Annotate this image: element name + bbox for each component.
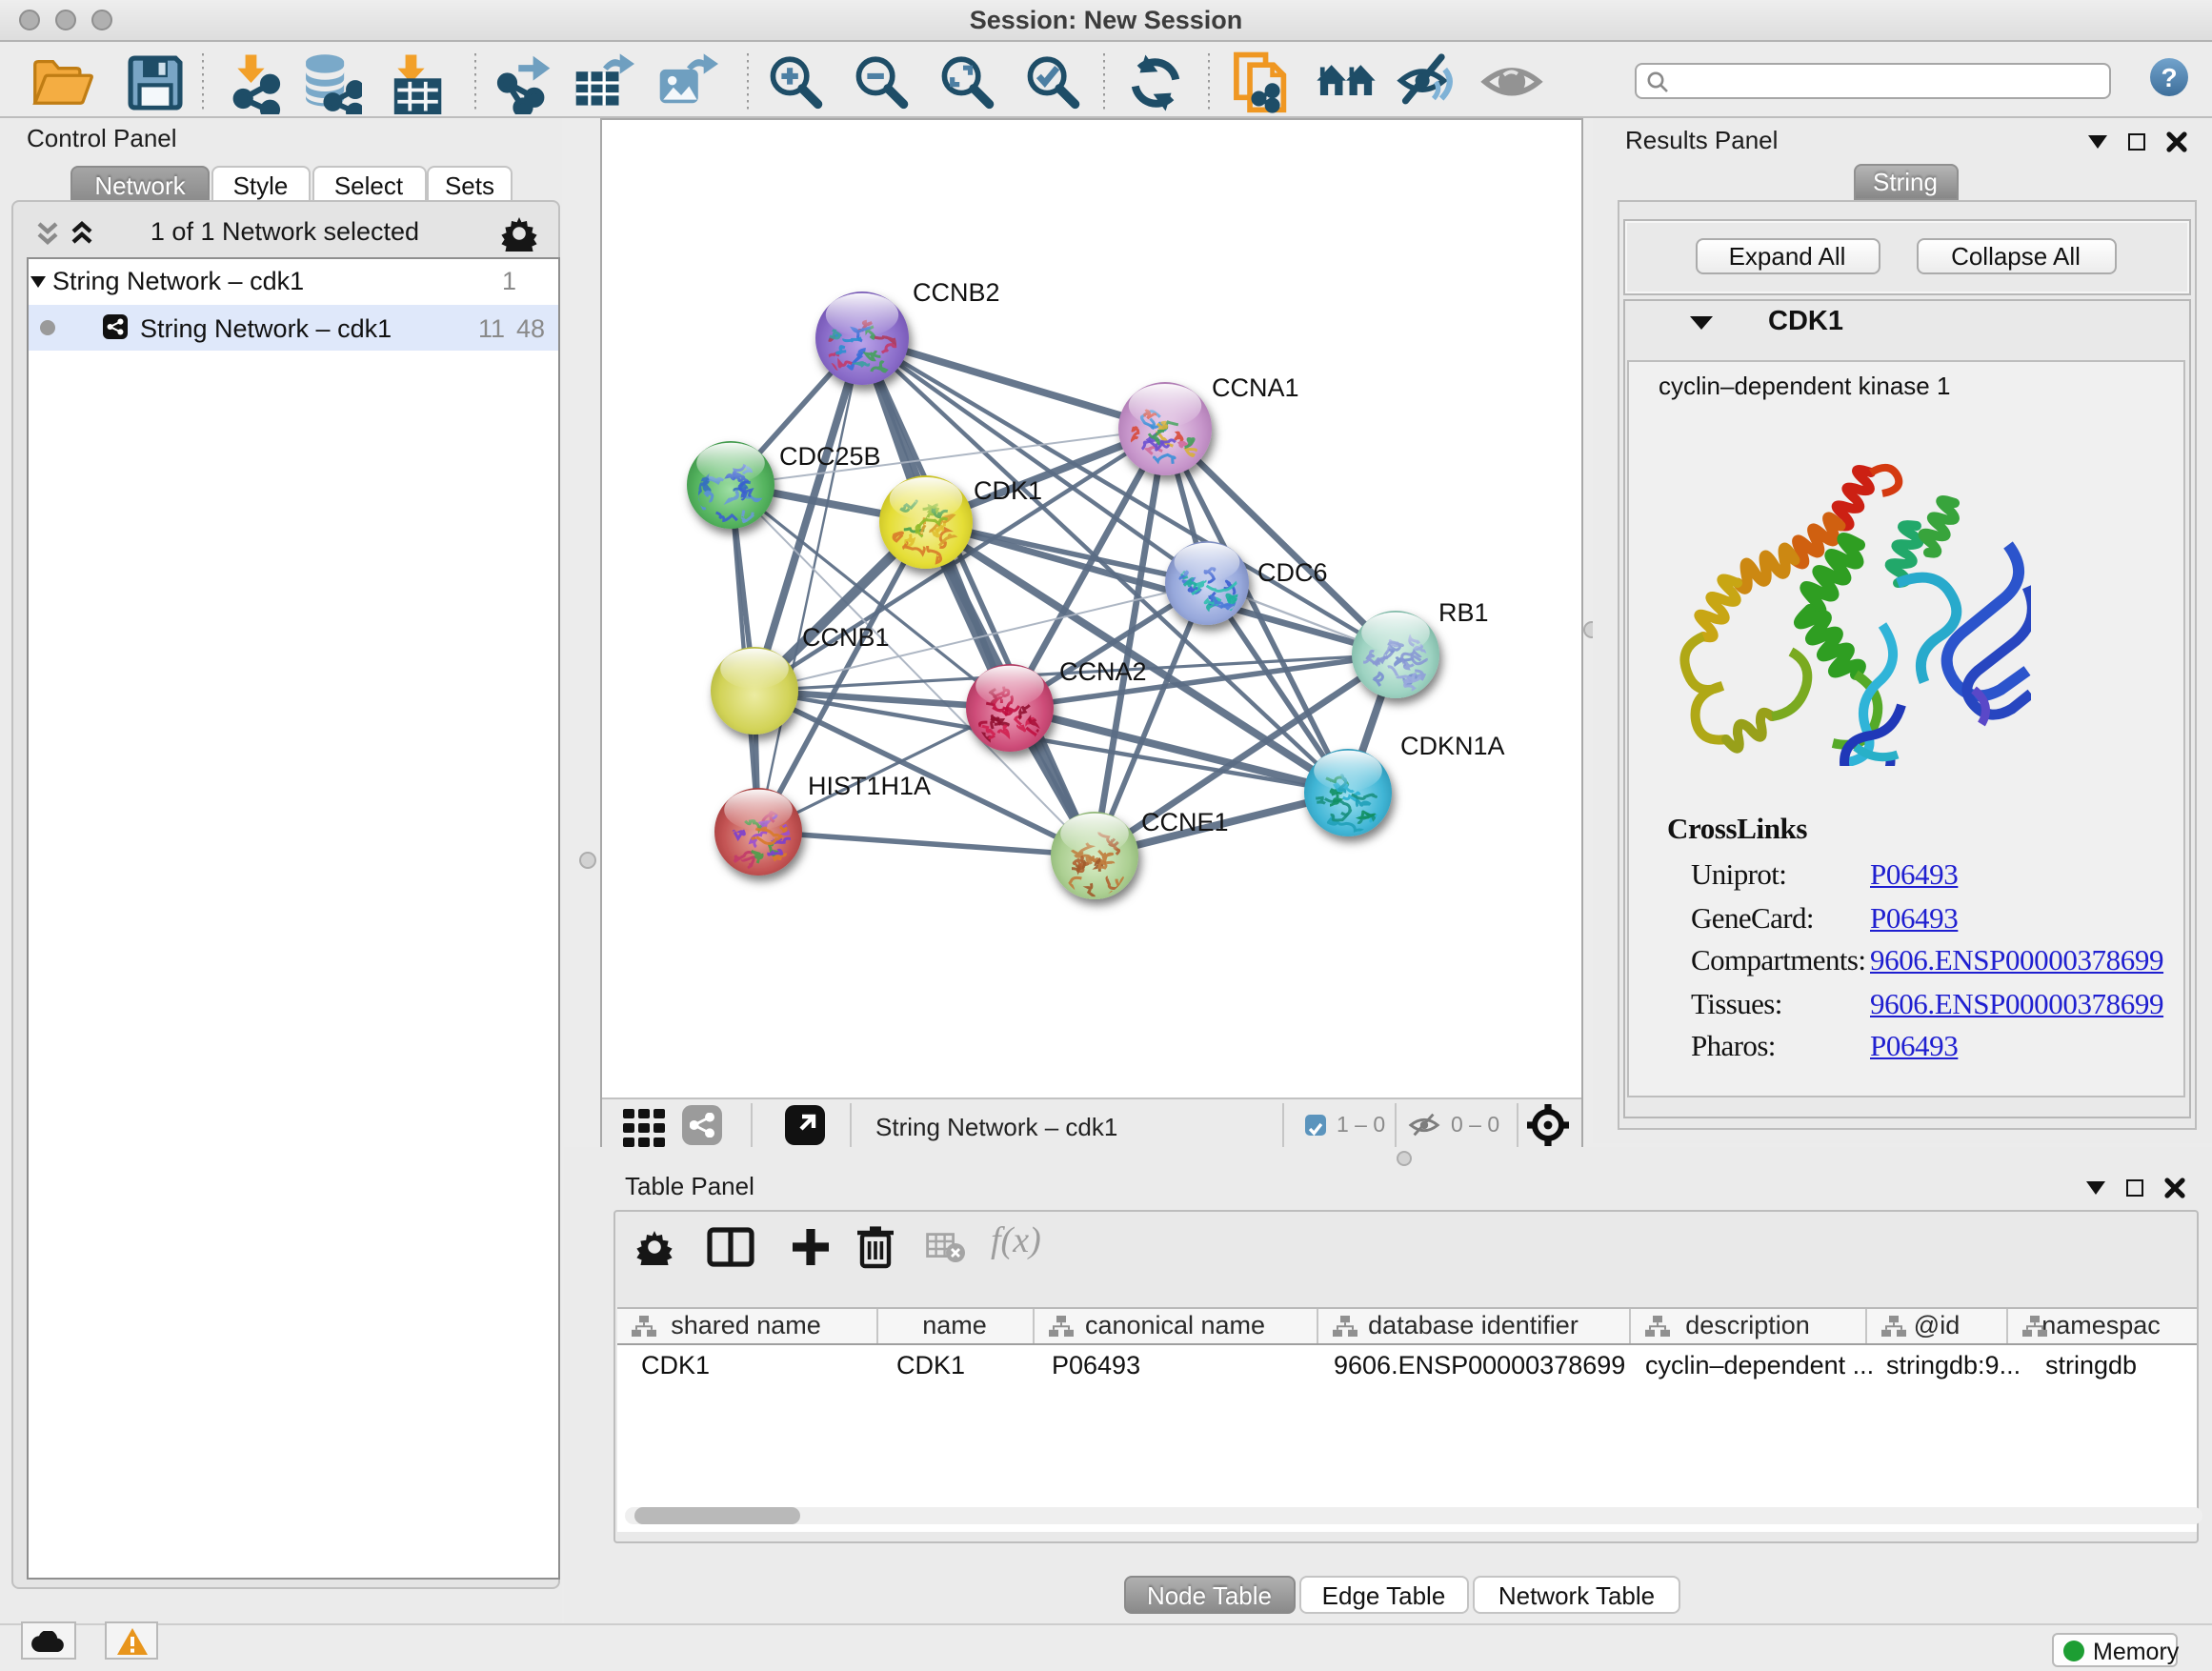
svg-text:CDK1: CDK1 bbox=[973, 475, 1041, 504]
svg-text:HIST1H1A: HIST1H1A bbox=[807, 771, 930, 799]
svg-text:CCNB2: CCNB2 bbox=[912, 277, 999, 306]
svg-text:CCNB1: CCNB1 bbox=[801, 622, 889, 651]
svg-text:CDC6: CDC6 bbox=[1257, 557, 1327, 586]
svg-text:CCNA1: CCNA1 bbox=[1211, 372, 1298, 401]
svg-text:RB1: RB1 bbox=[1438, 597, 1488, 626]
svg-text:CDKN1A: CDKN1A bbox=[1399, 731, 1504, 759]
svg-text:?: ? bbox=[2161, 62, 2177, 91]
svg-text:CDC25B: CDC25B bbox=[778, 441, 880, 470]
svg-text:CCNA2: CCNA2 bbox=[1058, 656, 1146, 685]
svg-text:CCNE1: CCNE1 bbox=[1140, 807, 1228, 836]
